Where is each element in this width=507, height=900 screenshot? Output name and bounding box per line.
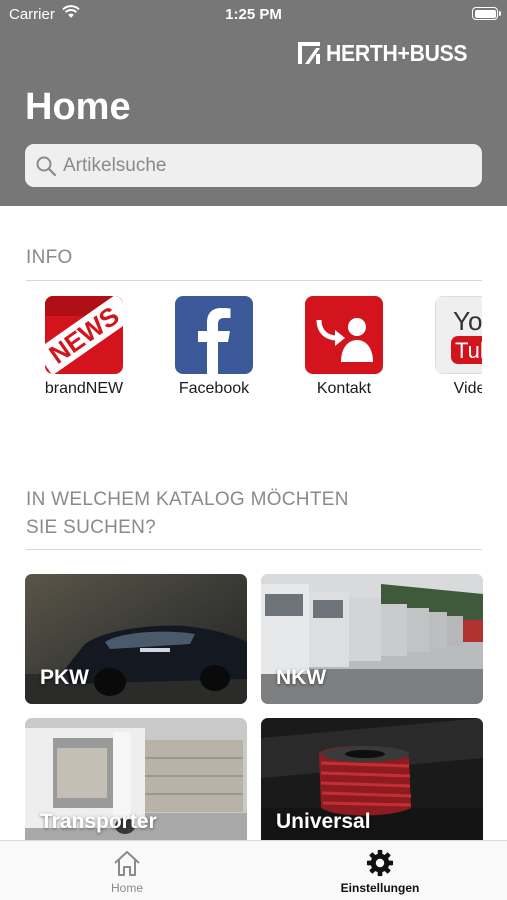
info-label-brandnew: brandNEW (44, 380, 124, 397)
tab-bar: Home Einstellungen (0, 840, 507, 900)
info-carousel[interactable]: NEWS brandNEW Facebook Kontakt You Tub V… (26, 296, 482, 406)
catalog-title-line2: SIE SUCHEN? (26, 517, 157, 538)
tile-label-universal: Universal (276, 810, 371, 833)
catalog-tile-universal[interactable]: Universal (261, 718, 483, 848)
page-title: Home (25, 86, 131, 128)
logo-text: HERTH+BUSS (326, 39, 468, 66)
house-icon (114, 851, 140, 876)
youtube-icon: You Tub (435, 296, 482, 374)
info-item-video[interactable]: You Tub Video (419, 296, 482, 398)
svg-text:Tub: Tub (455, 338, 482, 363)
clock: 1:25 PM (225, 6, 282, 23)
search-input[interactable] (63, 154, 443, 177)
catalog-tile-transporter[interactable]: Transporter (25, 718, 247, 848)
info-divider (26, 280, 482, 281)
catalog-tile-nkw[interactable]: NKW (261, 574, 483, 704)
info-label-video: Video (453, 380, 482, 397)
search-bar[interactable] (25, 144, 482, 187)
tab-home[interactable]: Home (57, 849, 197, 895)
tile-label-pkw: PKW (40, 666, 89, 689)
battery-icon (472, 7, 501, 20)
catalog-tile-pkw[interactable]: PKW (25, 574, 247, 704)
info-section-title: INFO (26, 247, 73, 268)
info-item-facebook[interactable]: Facebook (159, 296, 269, 398)
header: Carrier 1:25 PM HERTH+BUSS Home (0, 0, 507, 206)
info-label-facebook: Facebook (178, 380, 250, 397)
svg-text:You: You (453, 306, 482, 336)
brand-logo: HERTH+BUSS (298, 40, 480, 66)
facebook-icon (175, 296, 253, 374)
catalog-divider (26, 549, 482, 550)
contact-icon (305, 296, 383, 374)
logo-mark-icon (298, 42, 321, 64)
tab-label-settings: Einstellungen (340, 881, 420, 895)
tile-label-nkw: NKW (276, 666, 327, 689)
info-item-brandnew[interactable]: NEWS brandNEW (29, 296, 139, 398)
tab-settings[interactable]: Einstellungen (310, 849, 450, 895)
news-icon: NEWS (45, 296, 123, 374)
tab-label-home: Home (110, 881, 143, 895)
status-bar: Carrier 1:25 PM (0, 0, 507, 28)
gear-icon (366, 849, 394, 877)
catalog-title-line1: IN WELCHEM KATALOG MÖCHTEN (26, 489, 349, 510)
search-icon (36, 156, 57, 176)
catalog-section-title: IN WELCHEM KATALOG MÖCHTEN SIE SUCHEN? (26, 486, 349, 542)
info-item-kontakt[interactable]: Kontakt (289, 296, 399, 398)
info-label-kontakt: Kontakt (316, 380, 372, 397)
tile-label-transporter: Transporter (40, 810, 157, 833)
